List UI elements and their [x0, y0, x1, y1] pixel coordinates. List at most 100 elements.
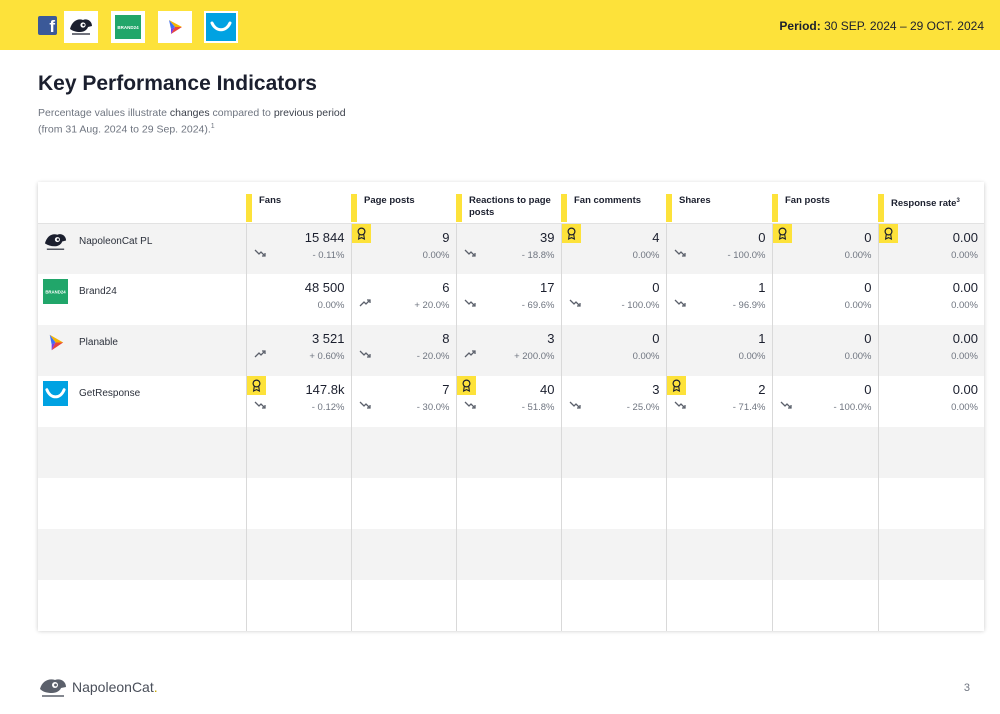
metric-change: 0.00%	[951, 351, 978, 362]
metric-cell: 0 0.00%	[771, 325, 878, 376]
metric-change: - 30.0%	[416, 402, 450, 413]
subtitle-text-2: compared to	[209, 107, 274, 119]
metric-change: 0.00%	[422, 249, 450, 261]
period-value: 30 SEP. 2024 – 29 OCT. 2024	[824, 19, 984, 33]
table-header-row: Fans Page posts Reactions to page posts …	[38, 182, 984, 224]
metric-value: 0	[864, 382, 872, 397]
metric-cell: 6 + 20.0%	[350, 274, 456, 325]
metric-change: - 96.9%	[732, 300, 766, 311]
metric-cell: 15 844 - 0.11%	[245, 223, 351, 274]
metric-value: 39	[540, 229, 555, 245]
empty-cell	[350, 478, 456, 529]
metric-cell: 0 - 100.0%	[771, 376, 878, 427]
metric-value: 0	[864, 331, 872, 346]
empty-cell	[877, 529, 984, 580]
footer-brand-name: NapoleonCat	[72, 679, 154, 695]
metric-value: 8	[442, 331, 450, 346]
trend-down-icon	[674, 397, 686, 409]
metric-change: 0.00%	[844, 351, 872, 362]
empty-cell	[877, 427, 984, 478]
metric-value: 4	[652, 229, 660, 245]
empty-cell	[771, 529, 878, 580]
empty-cell	[665, 580, 772, 631]
empty-cell	[350, 427, 456, 478]
metric-cell: 1 0.00%	[665, 325, 772, 376]
metric-change: - 25.0%	[626, 402, 660, 413]
metric-value: 2	[758, 382, 766, 397]
column-header-label: Response rate	[891, 198, 957, 210]
trend-up-icon	[359, 295, 371, 307]
empty-cell	[245, 529, 351, 580]
facebook-icon: f	[38, 16, 57, 35]
trend-down-icon	[359, 346, 371, 358]
empty-cell	[245, 427, 351, 478]
empty-cell	[245, 478, 351, 529]
trend-down-icon	[359, 397, 371, 409]
column-header-label: Page posts	[364, 195, 415, 206]
metric-value: 0.00	[952, 382, 978, 397]
trend-up-icon	[254, 346, 266, 358]
empty-cell	[877, 580, 984, 631]
metric-cell: 0.00 0.00%	[877, 274, 984, 325]
empty-cell	[455, 427, 561, 478]
metric-cell: 0.00 0.00%	[877, 223, 984, 274]
trend-down-icon	[254, 397, 266, 409]
column-header-label: Fans	[259, 195, 282, 206]
table-row: NapoleonCat PL 15 844 - 0.11% 9 0.00% 39 - 18.…	[38, 223, 984, 274]
table-row: BRAND24 Brand24 48 500 0.00% 6 + 20.0% 17 - 69.…	[38, 274, 984, 325]
empty-cell	[38, 427, 246, 478]
column-header-label: Shares	[679, 195, 711, 206]
metric-change: 0.00%	[317, 300, 345, 311]
profile-cell: BRAND24 Brand24	[38, 274, 246, 325]
trend-down-icon	[464, 295, 476, 307]
empty-table-row	[38, 427, 984, 478]
column-header: Fans	[246, 182, 351, 224]
empty-table-row	[38, 478, 984, 529]
subtitle-previous: previous period	[273, 107, 346, 119]
column-header: Response rate3	[878, 182, 984, 224]
metric-change: 0.00%	[951, 300, 978, 311]
table-row: Planable 3 521 + 0.60% 8 - 20.0% 3 + 200.0% 0 0.…	[38, 325, 984, 376]
metric-cell: 7 - 30.0%	[350, 376, 456, 427]
subtitle-text-3: (from 31 Aug. 2024 to 29 Sep. 2024).	[38, 123, 211, 136]
metric-cell: 1 - 96.9%	[665, 274, 772, 325]
award-badge-icon	[666, 376, 686, 395]
empty-cell	[38, 529, 246, 580]
metric-change: 0.00%	[951, 249, 978, 261]
profile-cell: GetResponse	[38, 376, 246, 427]
top-bar: f BRAND24 Period: 30 SEP. 2024 – 29 OCT.…	[0, 0, 1000, 50]
trend-up-icon	[464, 346, 476, 358]
metric-change: - 69.6%	[521, 300, 555, 311]
napoleoncat-footer-icon	[40, 679, 66, 697]
profile-name: Brand24	[79, 286, 117, 297]
brand24-logo-text: BRAND24	[115, 15, 141, 39]
column-header-label: Fan posts	[785, 195, 830, 206]
metric-value: 1	[758, 331, 766, 346]
metric-change: 0.00%	[738, 351, 766, 362]
trend-down-icon	[674, 245, 686, 257]
empty-table-row	[38, 529, 984, 580]
metric-cell: 0.00 0.00%	[877, 325, 984, 376]
metric-cell: 0 0.00%	[771, 223, 878, 274]
metric-value: 0	[652, 280, 660, 295]
brand24-logo-icon: BRAND24	[111, 11, 145, 43]
metric-cell: 48 500 0.00%	[245, 274, 351, 325]
profile-name: GetResponse	[79, 388, 141, 399]
metric-change: - 100.0%	[727, 249, 766, 261]
metric-change: 0.00%	[632, 351, 660, 362]
metric-cell: 0 - 100.0%	[560, 274, 666, 325]
trend-down-icon	[464, 245, 476, 257]
napoleoncat-logo-icon	[64, 11, 98, 43]
metric-cell: 0.00 0.00%	[877, 376, 984, 427]
metric-value: 0	[864, 229, 872, 245]
award-badge-icon	[878, 223, 898, 243]
empty-cell	[560, 427, 666, 478]
metric-cell: 39 - 18.8%	[455, 223, 561, 274]
metric-cell: 40 - 51.8%	[455, 376, 561, 427]
metric-cell: 4 0.00%	[560, 223, 666, 274]
profile-name: NapoleonCat PL	[79, 235, 153, 247]
response-rate-footnote: 3	[956, 198, 960, 204]
metric-value: 48 500	[304, 280, 345, 295]
column-header: Reactions to page posts	[456, 182, 561, 224]
metric-value: 1	[758, 280, 766, 295]
